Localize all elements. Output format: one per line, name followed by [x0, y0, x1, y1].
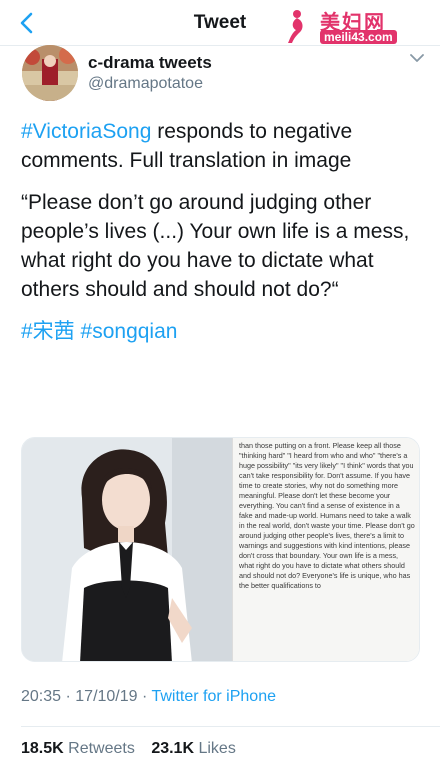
tweet-date: 17/10/19: [75, 688, 138, 705]
tweet-hashtags: #宋茜 #songqian: [21, 317, 426, 346]
hashtag-victoriasong[interactable]: #VictoriaSong: [21, 120, 151, 143]
divider: [21, 726, 440, 727]
author-name[interactable]: c-drama tweets: [88, 53, 212, 73]
watermark-logo-icon: [288, 10, 303, 43]
likes-stat[interactable]: 23.1K Likes: [151, 740, 236, 757]
meta-separator: ·: [137, 688, 152, 705]
likes-label: Likes: [198, 740, 236, 757]
tweet-quote: “Please don’t go around judging other pe…: [21, 191, 410, 301]
chevron-down-icon[interactable]: [410, 53, 424, 63]
tweet-time: 20:35: [21, 688, 62, 705]
retweets-count: 18.5K: [21, 740, 64, 757]
tweet-intro: #VictoriaSong responds to negative comme…: [21, 117, 426, 175]
likes-count: 23.1K: [151, 740, 195, 757]
tweet-body: #VictoriaSong responds to negative comme…: [21, 117, 426, 359]
watermark-url: meili43.com: [320, 30, 397, 44]
avatar[interactable]: [22, 45, 78, 101]
tweet-meta: 20:35 · 17/10/19 · Twitter for iPhone: [21, 688, 276, 706]
retweets-stat[interactable]: 18.5K Retweets: [21, 740, 135, 757]
tweet-media[interactable]: than those putting on a front. Please ke…: [21, 437, 420, 662]
author-handle[interactable]: @dramapotatoe: [88, 75, 203, 93]
hashtag-chinese[interactable]: #宋茜: [21, 320, 75, 343]
retweets-label: Retweets: [68, 740, 135, 757]
top-bar: Tweet 美妇网 meili43.com: [0, 0, 440, 46]
tweet-author[interactable]: c-drama tweets @dramapotatoe: [22, 45, 432, 103]
tweet-stats: 18.5K Retweets 23.1K Likes: [21, 740, 248, 758]
translation-image[interactable]: than those putting on a front. Please ke…: [232, 438, 419, 661]
translation-text: than those putting on a front. Please ke…: [239, 441, 415, 590]
site-watermark: 美妇网 meili43.com: [282, 4, 432, 46]
meta-separator: ·: [61, 688, 76, 705]
hashtag-songqian[interactable]: #songqian: [81, 320, 178, 343]
portrait-photo[interactable]: [22, 438, 232, 662]
tweet-source-link[interactable]: Twitter for iPhone: [151, 688, 276, 705]
